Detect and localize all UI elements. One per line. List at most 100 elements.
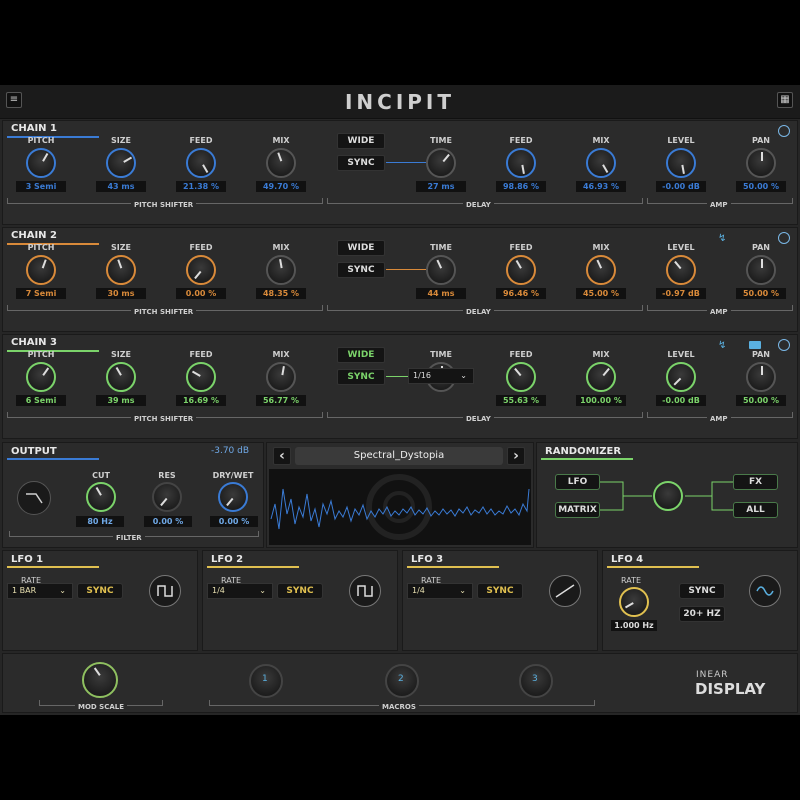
rand-lfo-button[interactable]: LFO xyxy=(555,474,600,490)
ramp-wave-icon[interactable] xyxy=(549,575,581,607)
param-knob[interactable] xyxy=(666,255,696,285)
param-knob[interactable] xyxy=(26,148,56,178)
chain-3: CHAIN 3 PITCH 6 Semi SIZE 39 ms FEED 16.69 % MI… xyxy=(2,334,798,439)
param-knob[interactable] xyxy=(266,362,296,392)
wide-button[interactable]: WIDE xyxy=(337,240,385,256)
param-knob[interactable] xyxy=(746,255,776,285)
lfo-sync-button[interactable]: SYNC xyxy=(477,583,523,599)
grid-icon[interactable]: ▦ xyxy=(777,92,793,108)
param-value: 46.93 % xyxy=(576,181,626,192)
chain-title: CHAIN 3 xyxy=(11,337,57,348)
rate-label: RATE xyxy=(621,576,642,585)
delay-label: DELAY xyxy=(463,415,494,423)
prev-preset-button[interactable]: ‹ xyxy=(273,447,291,465)
rand-all-button[interactable]: ALL xyxy=(733,502,778,518)
rate-dropdown[interactable]: 1 BAR ⌄ xyxy=(7,583,73,599)
param-label: FEED xyxy=(189,350,213,359)
plugin-window: ≡ INCIPIT ▦ CHAIN 1 PITCH 3 Semi SIZE 43 ms F… xyxy=(0,85,800,715)
param-knob[interactable] xyxy=(586,255,616,285)
param-knob[interactable] xyxy=(186,362,216,392)
lfo-hz-button[interactable]: 20+ HZ xyxy=(679,606,725,622)
param-knob[interactable] xyxy=(186,148,216,178)
brand-logo: INCIPIT xyxy=(344,90,456,114)
drywet-knob[interactable] xyxy=(218,482,248,512)
param-label: TIME xyxy=(430,243,452,252)
wide-button[interactable]: WIDE xyxy=(337,133,385,149)
lfo-underline xyxy=(407,566,499,568)
param-value: -0.00 dB xyxy=(656,395,706,406)
param-knob[interactable] xyxy=(426,255,456,285)
res-value: 0.00 % xyxy=(144,516,192,527)
lfo-sync-button[interactable]: SYNC xyxy=(679,583,725,599)
param-value: 21.38 % xyxy=(176,181,226,192)
macro-3-knob[interactable]: 3 xyxy=(519,664,553,698)
lfo-underline xyxy=(207,566,299,568)
rand-fx-button[interactable]: FX xyxy=(733,474,778,490)
amp-label: AMP xyxy=(707,308,731,316)
param-knob[interactable] xyxy=(586,148,616,178)
square-wave-icon[interactable] xyxy=(149,575,181,607)
param-knob[interactable] xyxy=(506,148,536,178)
rate-dropdown[interactable]: 1/4 ⌄ xyxy=(207,583,273,599)
cut-knob[interactable] xyxy=(86,482,116,512)
folder-icon[interactable] xyxy=(749,341,761,349)
param-label: SIZE xyxy=(110,350,131,359)
param-value: 50.00 % xyxy=(736,395,786,406)
sine-wave-icon[interactable] xyxy=(749,575,781,607)
macro-2-knob[interactable]: 2 xyxy=(385,664,419,698)
sync-button[interactable]: SYNC xyxy=(337,155,385,171)
sync-connector xyxy=(386,376,408,377)
rate-knob[interactable] xyxy=(619,587,649,617)
square-wave-icon[interactable] xyxy=(349,575,381,607)
rate-dropdown[interactable]: 1/4 ⌄ xyxy=(407,583,473,599)
param-label: FEED xyxy=(509,350,533,359)
res-knob[interactable] xyxy=(152,482,182,512)
sync-connector xyxy=(386,162,426,163)
lfo-underline xyxy=(7,566,99,568)
param-knob[interactable] xyxy=(106,255,136,285)
param-knob[interactable] xyxy=(746,362,776,392)
sync-division-dropdown[interactable]: 1/16 ⌄ xyxy=(408,368,474,384)
param-value: 50.00 % xyxy=(736,288,786,299)
randomizer-panel: RANDOMIZER LFO MATRIX FX ALL xyxy=(536,442,798,548)
param-knob[interactable] xyxy=(586,362,616,392)
param-value: 56.77 % xyxy=(256,395,306,406)
param-knob[interactable] xyxy=(506,362,536,392)
lfo-title: LFO 1 xyxy=(11,554,44,565)
param-knob[interactable] xyxy=(506,255,536,285)
param-value: 39 ms xyxy=(96,395,146,406)
param-knob[interactable] xyxy=(266,255,296,285)
param-knob[interactable] xyxy=(666,362,696,392)
lfo-title: LFO 2 xyxy=(211,554,244,565)
rand-matrix-button[interactable]: MATRIX xyxy=(555,502,600,518)
bottom-panel: MOD SCALE 1 2 3 MACROS INEAR DISPLAY xyxy=(2,653,798,713)
lfo-sync-button[interactable]: SYNC xyxy=(77,583,123,599)
param-knob[interactable] xyxy=(26,362,56,392)
param-knob[interactable] xyxy=(266,148,296,178)
mod-scale-knob[interactable] xyxy=(82,662,118,698)
preset-name[interactable]: Spectral_Dystopia xyxy=(295,447,503,465)
param-label: FEED xyxy=(509,243,533,252)
wide-button[interactable]: WIDE xyxy=(337,347,385,363)
next-preset-button[interactable]: › xyxy=(507,447,525,465)
sync-button[interactable]: SYNC xyxy=(337,369,385,385)
pitch-shifter-label: PITCH SHIFTER xyxy=(131,308,197,316)
filter-type-button[interactable] xyxy=(17,481,51,515)
param-knob[interactable] xyxy=(746,148,776,178)
route-icon[interactable]: ↯ xyxy=(718,233,726,244)
param-label: PAN xyxy=(751,136,770,145)
param-knob[interactable] xyxy=(106,362,136,392)
route-icon[interactable]: ↯ xyxy=(718,340,726,351)
randomize-knob[interactable] xyxy=(653,481,683,511)
param-knob[interactable] xyxy=(426,148,456,178)
param-knob[interactable] xyxy=(106,148,136,178)
drywet-label: DRY/WET xyxy=(212,471,254,480)
macro-1-knob[interactable]: 1 xyxy=(249,664,283,698)
param-knob[interactable] xyxy=(26,255,56,285)
pitch-shifter-label: PITCH SHIFTER xyxy=(131,201,197,209)
param-knob[interactable] xyxy=(666,148,696,178)
param-knob[interactable] xyxy=(186,255,216,285)
param-label: LEVEL xyxy=(667,136,695,145)
sync-button[interactable]: SYNC xyxy=(337,262,385,278)
lfo-sync-button[interactable]: SYNC xyxy=(277,583,323,599)
